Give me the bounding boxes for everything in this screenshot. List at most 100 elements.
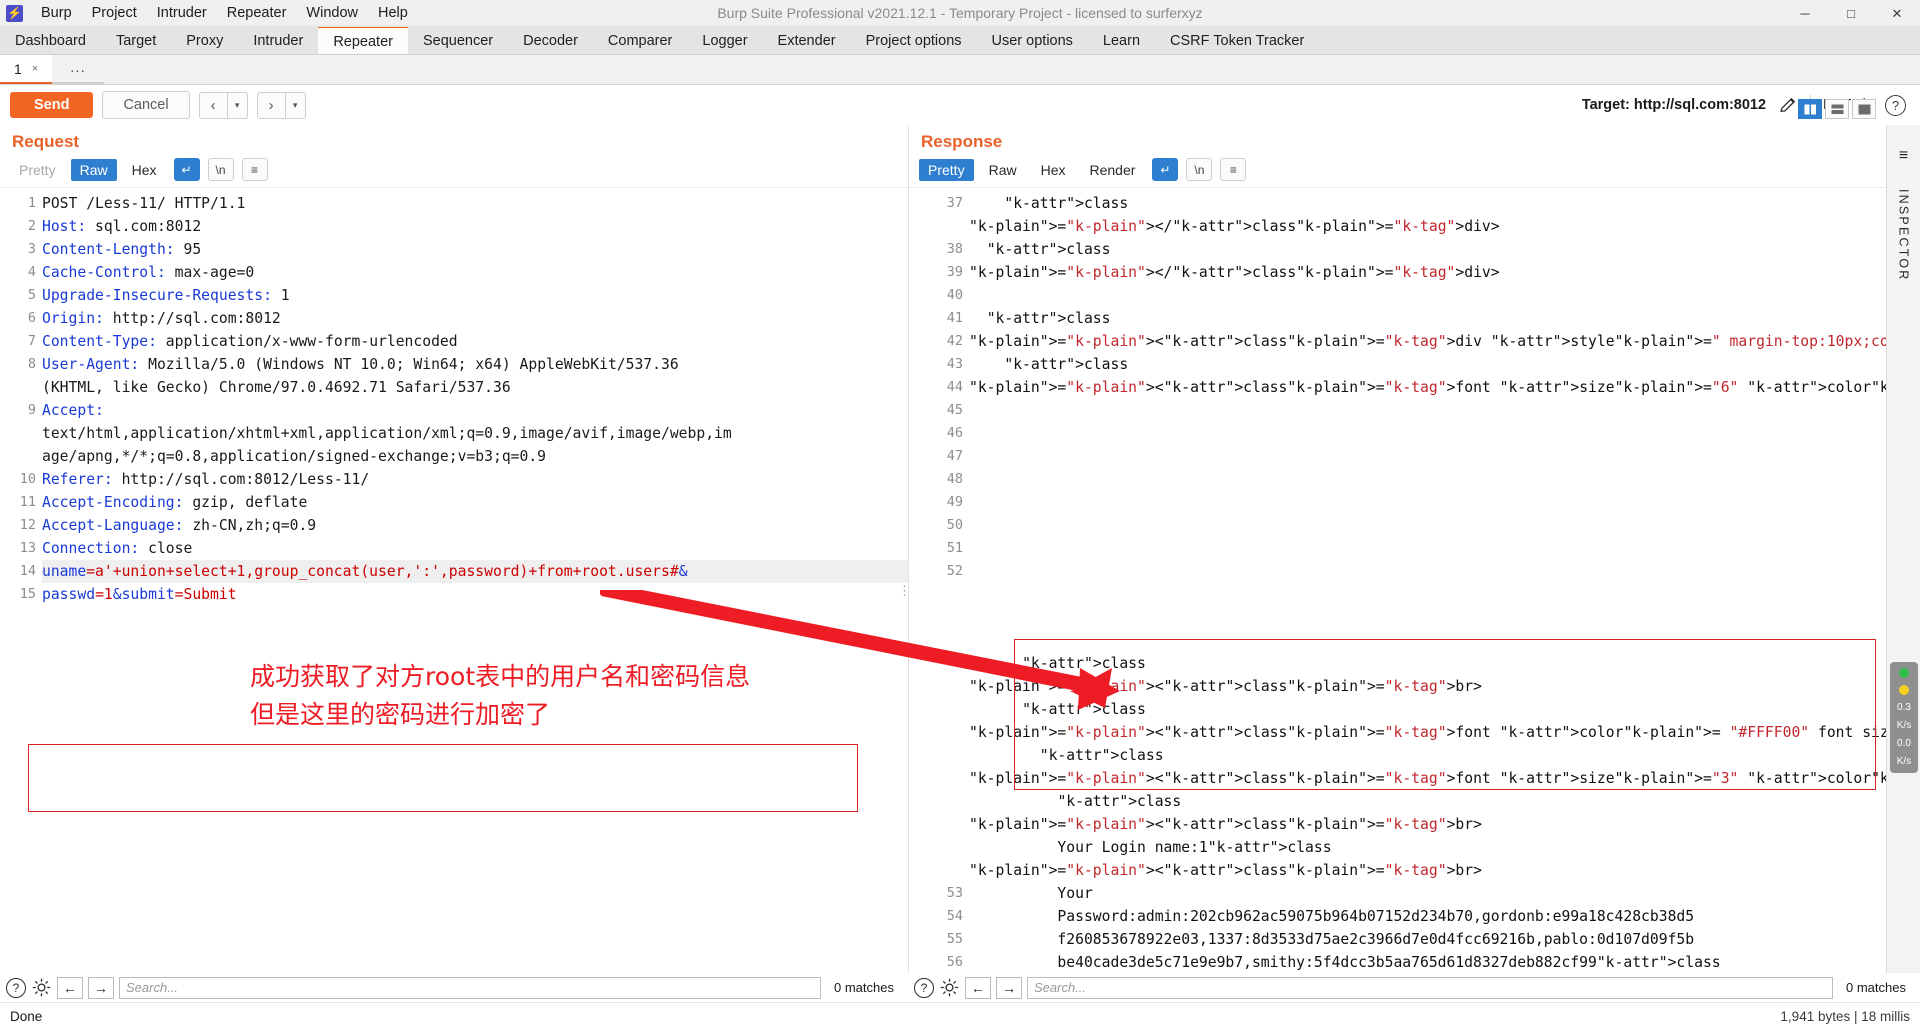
- pencil-icon[interactable]: [1778, 95, 1798, 115]
- layout-vertical-split-button[interactable]: [1798, 99, 1822, 119]
- request-view-toolbar: Pretty Raw Hex ↵ \n ≡: [0, 156, 908, 187]
- gauge-value-bottom: 0.0: [1897, 738, 1911, 749]
- maximize-button[interactable]: □: [1828, 0, 1874, 27]
- response-code[interactable]: "k-attr">class "k-plain">="k-plain"></"k-…: [969, 188, 1886, 973]
- response-search-bar: ? ← → 0 matches: [908, 976, 1920, 999]
- request-menu-icon[interactable]: ≡: [241, 158, 268, 181]
- request-search-next-button[interactable]: →: [88, 976, 114, 999]
- response-line-numbers: 37 38 39 40 41 42 43 44 45 46 47 48 49 50 51 52 53 54 55…: [946, 195, 963, 970]
- request-wrap-toggle-icon[interactable]: ↵: [173, 158, 200, 181]
- history-back-split-button: ‹ ▾: [198, 91, 248, 119]
- response-editor[interactable]: 37 38 39 40 41 42 43 44 45 46 47 48 49 50 51 52 53 54 55…: [909, 187, 1886, 973]
- help-icon[interactable]: ?: [1885, 94, 1906, 116]
- request-search-help-icon[interactable]: ?: [6, 977, 26, 998]
- layout-buttons: [1798, 99, 1876, 119]
- burp-logo-icon: ⚡: [6, 4, 23, 22]
- send-button[interactable]: Send: [10, 92, 94, 118]
- tab-learn[interactable]: Learn: [1088, 27, 1155, 54]
- request-tab-raw[interactable]: Raw: [70, 158, 117, 181]
- response-wrap-toggle-icon[interactable]: ↵: [1152, 158, 1179, 181]
- response-search-next-button[interactable]: →: [996, 976, 1022, 999]
- layout-single-pane-button[interactable]: [1852, 99, 1876, 119]
- add-tab-button[interactable]: ...: [52, 55, 104, 84]
- search-bars: ? ← → 0 matches ? ← → 0 matches: [0, 973, 1920, 1002]
- response-menu-icon[interactable]: ≡: [1220, 158, 1247, 181]
- inspector-rail: ≡ INSPECTOR 0.3 K/s 0.0 K/s: [1886, 125, 1920, 973]
- minimize-button[interactable]: ─: [1782, 0, 1828, 27]
- window-controls: ─ □ ✕: [1782, 0, 1920, 27]
- history-forward-button[interactable]: ›: [256, 91, 286, 119]
- response-search-prev-button[interactable]: ←: [965, 976, 991, 999]
- request-search-input[interactable]: [119, 976, 822, 999]
- history-forward-split-button: › ▾: [256, 91, 306, 119]
- repeater-tab-1[interactable]: 1 ×: [0, 55, 53, 84]
- menu-item-project[interactable]: Project: [82, 2, 147, 24]
- request-tab-pretty[interactable]: Pretty: [10, 159, 65, 181]
- response-pane: Response Pretty Raw Hex Render ↵ \n ≡ 37…: [908, 99, 1886, 973]
- cancel-button[interactable]: Cancel: [102, 91, 190, 119]
- repeater-panes: Request Pretty Raw Hex ↵ \n ≡ 12345678 9…: [0, 99, 1886, 973]
- request-search-gear-icon[interactable]: [31, 977, 52, 998]
- tab-intruder[interactable]: Intruder: [238, 27, 318, 54]
- throughput-gauge: 0.3 K/s 0.0 K/s: [1890, 662, 1918, 773]
- request-editor[interactable]: 12345678 9 10 11 12 13 14 15 POST /Less-11/ H…: [0, 187, 908, 973]
- layout-horizontal-split-button[interactable]: [1825, 99, 1849, 119]
- status-right: 1,941 bytes | 18 millis: [1780, 1009, 1910, 1024]
- repeater-tab-label: 1: [14, 60, 22, 77]
- request-search-prev-button[interactable]: ←: [57, 976, 83, 999]
- response-tab-hex[interactable]: Hex: [1032, 159, 1075, 181]
- main-tab-bar: Dashboard Target Proxy Intruder Repeater…: [0, 26, 1920, 55]
- request-tab-hex[interactable]: Hex: [123, 159, 166, 181]
- tab-project-options[interactable]: Project options: [851, 27, 977, 54]
- title-bar: ⚡ Burp Project Intruder Repeater Window …: [0, 0, 1920, 27]
- response-tab-pretty[interactable]: Pretty: [919, 158, 974, 181]
- response-search-help-icon[interactable]: ?: [914, 977, 934, 998]
- history-back-dropdown-icon[interactable]: ▾: [227, 91, 248, 119]
- menu-item-burp[interactable]: Burp: [31, 2, 82, 24]
- tab-sequencer[interactable]: Sequencer: [408, 27, 508, 54]
- target-label: Target: http://sql.com:8012: [1581, 97, 1767, 113]
- tab-extender[interactable]: Extender: [763, 27, 851, 54]
- request-line-numbers: 12345678 9 10 11 12 13 14 15: [19, 195, 36, 602]
- request-match-count: 0 matches: [834, 980, 894, 995]
- response-search-input[interactable]: [1027, 976, 1834, 999]
- response-match-count: 0 matches: [1846, 980, 1906, 995]
- menu-bar: Burp Project Intruder Repeater Window He…: [31, 2, 418, 24]
- tab-decoder[interactable]: Decoder: [508, 27, 593, 54]
- request-newline-icon[interactable]: \n: [207, 158, 234, 181]
- tab-user-options[interactable]: User options: [977, 27, 1088, 54]
- request-search-bar: ? ← → 0 matches: [0, 976, 908, 999]
- response-tab-raw[interactable]: Raw: [980, 159, 1026, 181]
- menu-item-help[interactable]: Help: [368, 2, 418, 24]
- close-icon[interactable]: ×: [32, 63, 38, 75]
- inspector-label[interactable]: INSPECTOR: [1897, 189, 1911, 282]
- request-code[interactable]: POST /Less-11/ HTTP/1.1 Host: sql.com:801…: [42, 188, 908, 973]
- history-forward-dropdown-icon[interactable]: ▾: [285, 91, 306, 119]
- tab-target[interactable]: Target: [101, 27, 171, 54]
- tab-comparer[interactable]: Comparer: [593, 27, 687, 54]
- request-pane: Request Pretty Raw Hex ↵ \n ≡ 12345678 9…: [0, 125, 908, 973]
- response-search-gear-icon[interactable]: [939, 977, 960, 998]
- response-pane-title: Response: [921, 132, 1003, 151]
- repeater-tab-bar: 1 × ...: [0, 55, 1920, 85]
- tab-dashboard[interactable]: Dashboard: [0, 27, 101, 54]
- tab-logger[interactable]: Logger: [687, 27, 762, 54]
- close-button[interactable]: ✕: [1874, 0, 1920, 27]
- history-back-button[interactable]: ‹: [198, 91, 228, 119]
- menu-item-intruder[interactable]: Intruder: [147, 2, 217, 24]
- response-tab-render[interactable]: Render: [1081, 159, 1145, 181]
- inspector-menu-icon[interactable]: ≡: [1899, 147, 1908, 165]
- status-dot-green: [1899, 668, 1909, 678]
- tab-repeater[interactable]: Repeater: [318, 26, 408, 54]
- request-pane-title: Request: [12, 132, 80, 151]
- tab-csrf-token-tracker[interactable]: CSRF Token Tracker: [1155, 27, 1319, 54]
- tab-proxy[interactable]: Proxy: [171, 27, 238, 54]
- response-view-toolbar: Pretty Raw Hex Render ↵ \n ≡: [909, 156, 1886, 187]
- menu-item-repeater[interactable]: Repeater: [217, 2, 297, 24]
- response-newline-icon[interactable]: \n: [1186, 158, 1213, 181]
- repeater-toolbar: Send Cancel ‹ ▾ › ▾ Target: http://sql.c…: [0, 85, 1920, 125]
- menu-item-window[interactable]: Window: [296, 2, 368, 24]
- pane-resize-handle[interactable]: ⋮: [898, 584, 911, 597]
- status-bar: Done 1,941 bytes | 18 millis: [0, 1002, 1920, 1030]
- gauge-value-top: 0.3: [1897, 702, 1911, 713]
